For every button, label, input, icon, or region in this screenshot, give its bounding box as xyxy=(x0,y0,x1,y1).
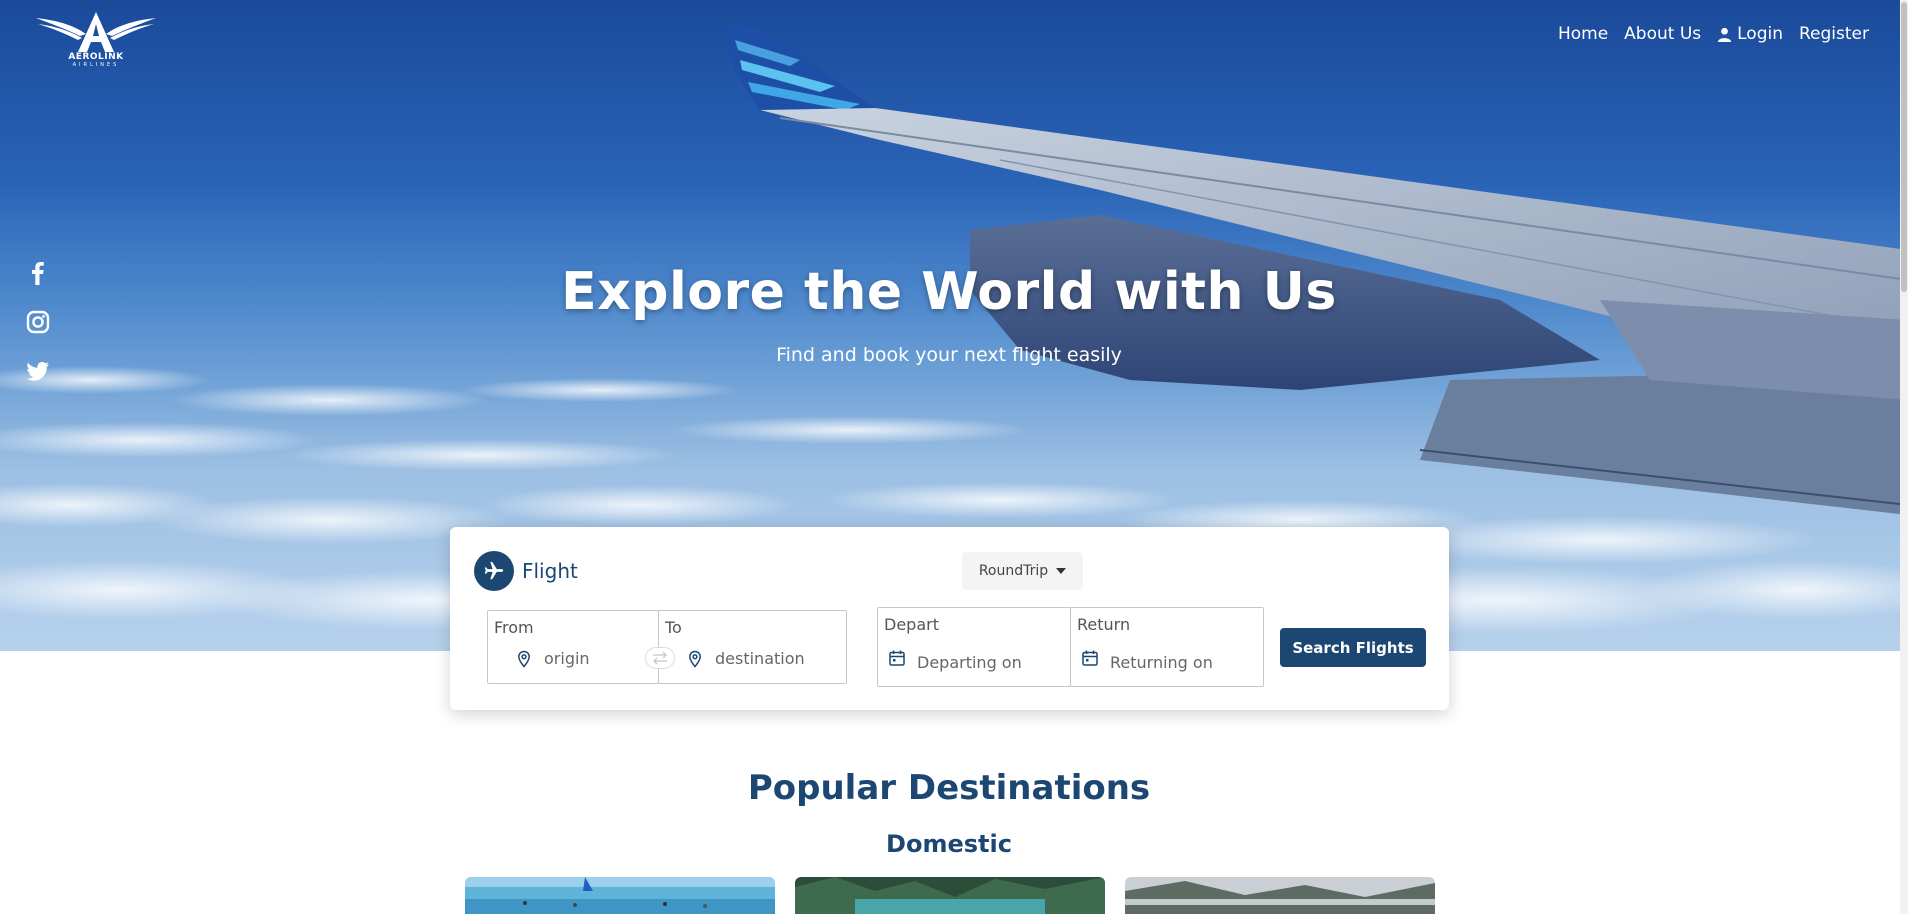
winged-a-logo-icon xyxy=(36,12,156,52)
search-card-title: Flight xyxy=(522,559,578,583)
from-input[interactable]: origin xyxy=(544,649,590,668)
search-flights-button[interactable]: Search Flights xyxy=(1280,628,1426,667)
calendar-icon xyxy=(889,650,905,666)
to-field[interactable]: To destination xyxy=(658,610,847,684)
user-icon xyxy=(1718,27,1732,42)
to-input[interactable]: destination xyxy=(715,649,805,668)
destination-card-lagoon[interactable] xyxy=(795,877,1105,914)
trip-type-dropdown[interactable]: RoundTrip xyxy=(962,552,1083,590)
scrollbar-thumb[interactable] xyxy=(1901,2,1907,292)
depart-input[interactable]: Departing on xyxy=(917,653,1022,672)
return-label: Return xyxy=(1077,615,1131,634)
location-pin-icon xyxy=(689,650,701,668)
domestic-heading: Domestic xyxy=(886,830,1012,858)
location-pin-icon xyxy=(518,650,530,668)
nav-login-label: Login xyxy=(1737,24,1783,44)
caret-down-icon xyxy=(1056,568,1067,574)
depart-field[interactable]: Depart Departing on xyxy=(877,607,1071,687)
nav-about-link[interactable]: About Us xyxy=(1624,24,1701,44)
top-nav: Home About Us Login Register xyxy=(1558,24,1869,44)
popular-destinations-heading: Popular Destinations xyxy=(747,768,1151,808)
destination-card-mountains[interactable] xyxy=(1125,877,1435,914)
aerolink-logo[interactable]: AEROLINK AIRLINES xyxy=(34,10,158,68)
lagoon-image xyxy=(795,877,1105,914)
mountains-image xyxy=(1125,877,1435,914)
to-label: To xyxy=(665,618,682,637)
plane-icon xyxy=(474,551,514,591)
calendar-icon xyxy=(1082,650,1098,666)
brand-name: AEROLINK xyxy=(68,52,124,62)
brand-sub: AIRLINES xyxy=(72,62,120,68)
return-input[interactable]: Returning on xyxy=(1110,653,1213,672)
from-field[interactable]: From origin xyxy=(487,610,659,684)
flight-search-card: Flight RoundTrip From origin To destinat… xyxy=(450,527,1449,710)
nav-login-link[interactable]: Login xyxy=(1717,24,1783,44)
swap-arrows-icon xyxy=(653,651,667,665)
nav-register-link[interactable]: Register xyxy=(1799,24,1869,44)
hero-subtitle: Find and book your next flight easily xyxy=(776,344,1122,366)
hero-title: Explore the World with Us xyxy=(561,262,1337,322)
page: AEROLINK AIRLINES Home About Us Login Re… xyxy=(0,0,1908,914)
beach-image xyxy=(465,877,775,914)
from-label: From xyxy=(494,618,534,637)
depart-label: Depart xyxy=(884,615,939,634)
nav-home-link[interactable]: Home xyxy=(1558,24,1608,44)
destination-card-beach[interactable] xyxy=(465,877,775,914)
swap-locations-button[interactable] xyxy=(645,647,675,669)
search-card-header: Flight xyxy=(474,551,578,591)
return-field[interactable]: Return Returning on xyxy=(1070,607,1264,687)
trip-type-value: RoundTrip xyxy=(978,563,1049,579)
page-scrollbar[interactable] xyxy=(1900,0,1908,914)
